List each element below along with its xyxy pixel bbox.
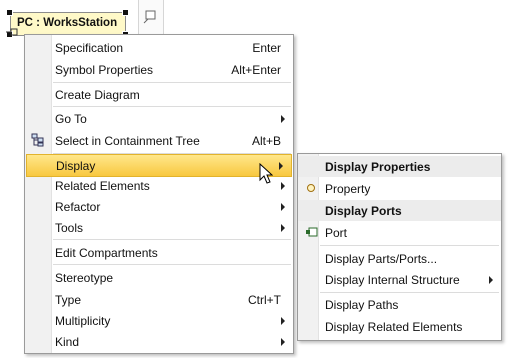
submenu-item-port[interactable]: Port — [298, 222, 501, 243]
menu-item-label: Multiplicity — [55, 314, 111, 328]
submenu-item-display-parts-ports[interactable]: Display Parts/Ports... — [298, 248, 501, 269]
menu-item-tools[interactable]: Tools — [25, 217, 293, 238]
menu-item-label: Select in Containment Tree — [55, 134, 200, 148]
menu-item-label: Display Related Elements — [325, 320, 463, 334]
menu-item-go-to[interactable]: Go To — [25, 108, 293, 129]
context-menu: Specification Enter Symbol Properties Al… — [24, 34, 294, 354]
menu-item-label: Symbol Properties — [55, 63, 154, 77]
menu-separator — [53, 106, 291, 107]
selection-handle[interactable] — [6, 9, 13, 16]
menu-separator — [53, 264, 291, 265]
menu-item-create-diagram[interactable]: Create Diagram — [25, 84, 293, 105]
submenu-item-display-related-elements[interactable]: Display Related Elements — [298, 316, 501, 337]
shortcut-label: Alt+Enter — [231, 63, 281, 77]
menu-item-label: Refactor — [55, 200, 101, 214]
menu-item-select-in-containment-tree[interactable]: Select in Containment Tree Alt+B — [25, 130, 293, 151]
menu-item-related-elements[interactable]: Related Elements — [25, 175, 293, 196]
menu-item-label: Go To — [55, 112, 87, 126]
shortcut-label: Alt+B — [251, 134, 281, 148]
menu-item-kind[interactable]: Kind — [25, 331, 293, 352]
menu-item-symbol-properties[interactable]: Symbol Properties Alt+Enter — [25, 59, 293, 80]
menu-item-stereotype[interactable]: Stereotype — [25, 267, 293, 288]
menu-item-specification[interactable]: Specification Enter — [25, 37, 293, 58]
selection-handle[interactable] — [122, 9, 129, 16]
property-icon — [304, 181, 318, 195]
menu-separator — [320, 245, 499, 246]
menu-item-label: Specification — [55, 41, 124, 55]
menu-separator — [53, 82, 291, 83]
submenu-item-property[interactable]: Property — [298, 178, 501, 199]
submenu-arrow-icon — [279, 162, 283, 170]
menu-item-label: Display — [56, 159, 96, 173]
submenu-arrow-icon — [281, 317, 285, 325]
port-icon — [304, 225, 318, 239]
menu-item-label: Display Internal Structure — [325, 273, 460, 287]
mouse-cursor-icon — [259, 162, 274, 188]
menu-item-label: Display Paths — [325, 298, 399, 312]
menu-item-label: Display Ports — [325, 204, 402, 218]
menu-item-label: Display Parts/Ports... — [325, 252, 438, 266]
menu-item-label: Kind — [55, 335, 80, 349]
menu-item-label: Tools — [55, 221, 84, 235]
element-label: PC : WorksStation — [17, 17, 118, 29]
smart-manipulator-toolbar — [138, 0, 164, 36]
submenu-header-display-ports[interactable]: Display Ports — [298, 200, 501, 221]
shortcut-label: Enter — [252, 41, 281, 55]
submenu-arrow-icon — [281, 115, 285, 123]
shortcut-label: Ctrl+T — [248, 293, 281, 307]
menu-item-label: Related Elements — [55, 179, 150, 193]
menu-separator — [53, 239, 291, 240]
diagram-element-pc-worksstation[interactable]: PC : WorksStation — [10, 12, 126, 36]
element-type-icon — [6, 28, 20, 38]
submenu-arrow-icon — [489, 276, 493, 284]
menu-item-display[interactable]: Display — [26, 154, 292, 177]
submenu-arrow-icon — [281, 338, 285, 346]
menu-item-multiplicity[interactable]: Multiplicity — [25, 310, 293, 331]
menu-item-type[interactable]: Type Ctrl+T — [25, 289, 293, 310]
menu-item-label: Type — [55, 293, 82, 307]
menu-item-label: Display Properties — [325, 160, 431, 174]
containment-tree-icon — [31, 133, 45, 147]
menu-item-label: Create Diagram — [55, 88, 140, 102]
submenu-item-display-paths[interactable]: Display Paths — [298, 294, 501, 315]
menu-item-edit-compartments[interactable]: Edit Compartments — [25, 242, 293, 263]
submenu-arrow-icon — [281, 203, 285, 211]
submenu-item-display-internal-structure[interactable]: Display Internal Structure — [298, 269, 501, 290]
submenu-header-display-properties[interactable]: Display Properties — [298, 156, 501, 177]
menu-item-label: Edit Compartments — [55, 246, 158, 260]
submenu-arrow-icon — [281, 224, 285, 232]
menu-item-label: Stereotype — [55, 271, 114, 285]
menu-separator — [320, 292, 499, 293]
display-submenu: Display Properties Property Display Port… — [297, 153, 502, 341]
menu-item-label: Property — [325, 182, 371, 196]
submenu-arrow-icon — [281, 182, 285, 190]
menu-item-label: Port — [325, 226, 348, 240]
menu-item-refactor[interactable]: Refactor — [25, 196, 293, 217]
note-icon[interactable] — [143, 10, 157, 27]
